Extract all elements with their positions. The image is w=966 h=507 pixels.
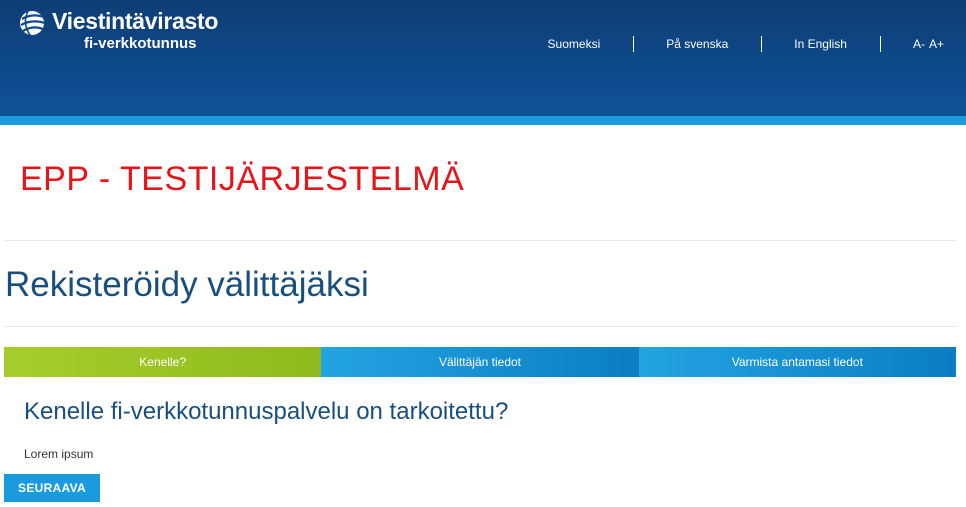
page-title: Rekisteröidy välittäjäksi [5,265,369,304]
globe-logo-icon [18,8,48,38]
progress-steps: Kenelle? Välittäjän tiedot Varmista anta… [4,347,956,377]
step-registrar-details: Välittäjän tiedot [321,347,639,377]
divider [5,326,956,327]
body-text: Lorem ipsum [24,447,94,461]
brand-subtitle: fi-verkkotunnus [84,35,197,52]
lang-finnish-link[interactable]: Suomeksi [548,37,601,51]
step-confirm-details: Varmista antamasi tiedot [638,347,956,377]
page: Viestintävirasto fi-verkkotunnus Suomeks… [0,0,966,507]
header-stripe [0,116,966,125]
site-header: Viestintävirasto fi-verkkotunnus Suomeks… [0,0,966,116]
lang-swedish-link[interactable]: På svenska [666,37,728,51]
section-title: Kenelle fi-verkkotunnuspalvelu on tarkoi… [24,398,509,425]
font-smaller-button[interactable]: A- [913,37,925,51]
logo[interactable]: Viestintävirasto fi-verkkotunnus [18,8,218,51]
language-nav: Suomeksi På svenska In English A- A+ [548,35,944,53]
brand-title: Viestintävirasto [52,8,219,34]
test-system-banner: EPP - TESTIJÄRJESTELMÄ [20,160,465,198]
nav-separator [879,36,881,52]
font-larger-button[interactable]: A+ [929,37,944,51]
next-button[interactable]: SEURAAVA [4,474,100,502]
nav-separator [761,36,763,52]
lang-english-link[interactable]: In English [794,37,847,51]
nav-separator [633,36,635,52]
divider [5,240,956,241]
font-size-controls: A- A+ [913,37,944,51]
step-who: Kenelle? [4,347,322,377]
